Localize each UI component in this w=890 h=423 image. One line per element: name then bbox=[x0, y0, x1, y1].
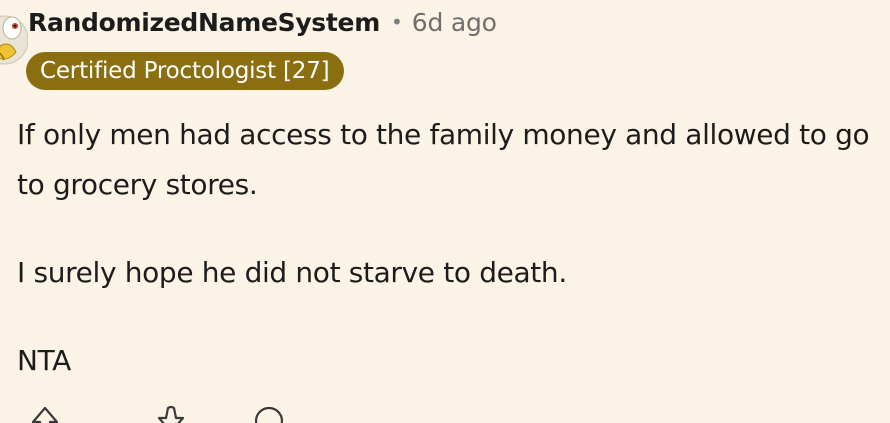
comment-action-bar bbox=[0, 404, 890, 423]
comment-paragraph: NTA bbox=[17, 344, 71, 377]
comment-header: RandomizedNameSystem • 6d ago bbox=[28, 8, 497, 37]
upvote-icon[interactable] bbox=[30, 404, 60, 423]
comment-paragraph: I surely hope he did not starve to death… bbox=[17, 256, 567, 289]
comment: RandomizedNameSystem • 6d ago Certified … bbox=[0, 0, 890, 423]
author-username[interactable]: RandomizedNameSystem bbox=[28, 8, 380, 37]
downvote-icon[interactable] bbox=[156, 404, 186, 423]
comment-timestamp[interactable]: 6d ago bbox=[412, 8, 497, 37]
reply-bubble-icon[interactable] bbox=[252, 404, 286, 423]
comment-paragraph: If only men had access to the family mon… bbox=[17, 118, 870, 201]
snoo-avatar-icon[interactable] bbox=[0, 2, 28, 74]
user-flair-badge: Certified Proctologist [27] bbox=[26, 52, 345, 90]
separator-dot: • bbox=[390, 10, 403, 34]
comment-body: If only men had access to the family mon… bbox=[17, 110, 885, 423]
